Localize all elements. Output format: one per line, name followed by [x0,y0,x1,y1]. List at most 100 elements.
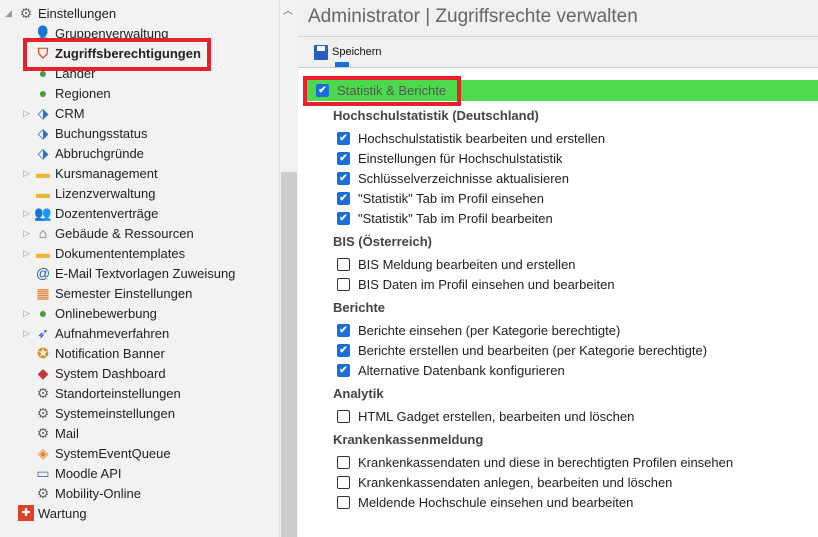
tree-item-label: CRM [55,105,85,121]
permission-label: Berichte einsehen (per Kategorie berecht… [358,323,621,338]
permission-item[interactable]: HTML Gadget erstellen, bearbeiten und lö… [337,409,634,424]
permission-checkbox[interactable] [337,410,350,423]
globe-icon: ● [38,305,48,321]
permission-checkbox[interactable] [337,278,350,291]
permission-checkbox[interactable]: ✔ [337,172,350,185]
section-heading: BIS (Österreich) [333,234,432,249]
tree-item[interactable]: ▷ ▬ Dokumententemplates [23,243,186,263]
scroll-up-icon[interactable]: ︿ [283,2,293,17]
tree-item[interactable]: ▷ ● Onlinebewerbung [23,303,157,323]
globe-network-icon: ● [38,85,48,101]
expand-arrow-icon[interactable]: ▷ [23,248,30,259]
permission-checkbox[interactable] [337,456,350,469]
tree-item-label: System Dashboard [55,365,166,381]
gear-icon: ⚙ [19,5,33,21]
scrollbar-thumb[interactable] [281,172,297,537]
section-heading: Hochschulstatistik (Deutschland) [333,108,539,123]
permission-item[interactable]: Meldende Hochschule einsehen und bearbei… [337,495,633,510]
tree-item-label: Aufnahmeverfahren [55,325,170,341]
permission-label: Alternative Datenbank konfigurieren [358,363,565,378]
tag-icon: ⬗ [37,145,49,161]
bird-icon: ➶ [37,325,49,341]
tag-icon: ⬗ [37,125,49,141]
tree-item-label: Dokumententemplates [55,245,186,261]
tree-item-label: Onlinebewerbung [55,305,157,321]
permission-item[interactable]: BIS Meldung bearbeiten und erstellen [337,257,576,272]
expand-arrow-icon[interactable]: ▷ [23,228,30,239]
permission-item[interactable]: ✔ Hochschulstatistik bearbeiten und erste… [337,131,605,146]
tree-item[interactable]: ⚙ Mobility-Online [35,483,141,503]
permission-checkbox[interactable] [337,496,350,509]
tag-icon: ⬗ [37,105,49,121]
tree-item[interactable]: ▷ ⬗ CRM [23,103,85,123]
permission-checkbox[interactable]: ✔ [337,344,350,357]
tree-item-label: Einstellungen [38,5,117,21]
permission-checkbox[interactable]: ✔ [337,192,350,205]
expand-arrow-icon[interactable]: ▷ [23,208,30,219]
main-panel: Administrator | Zugriffsrechte verwalten… [298,0,818,537]
permission-item[interactable]: ✔ "Statistik" Tab im Profil bearbeiten [337,211,553,226]
permission-item[interactable]: ✔ Schlüsselverzeichnisse aktualisieren [337,171,569,186]
tree-item[interactable]: ▷ 👥 Dozentenverträge [23,203,159,223]
permission-label: HTML Gadget erstellen, bearbeiten und lö… [358,409,635,424]
tree-item[interactable]: ● Regionen [35,83,111,103]
selection-highlight-box [23,38,211,71]
folder-icon: ▬ [36,245,50,261]
permission-item[interactable]: ✔ Berichte erstellen und bearbeiten (per … [337,343,707,358]
tree-item-label: Dozentenverträge [55,205,159,221]
permission-checkbox[interactable]: ✔ [337,324,350,337]
house-icon: ⌂ [38,225,48,241]
tree-item-label: Standorteinstellungen [55,385,181,401]
permission-checkbox[interactable] [337,258,350,271]
at-icon: @ [35,265,51,281]
expand-arrow-icon[interactable]: ▷ [23,308,30,319]
permission-checkbox[interactable] [337,476,350,489]
tree-item[interactable]: ▭ Moodle API [35,463,121,483]
tree-item[interactable]: ▬ Lizenzverwaltung [35,183,155,203]
permission-label: Krankenkassendaten und diese in berechti… [358,455,734,470]
tree-item[interactable]: ✚ Wartung [18,503,87,523]
tree-item-label: Semester Einstellungen [55,285,193,301]
tree-item[interactable]: ⚙ Mail [35,423,79,443]
permission-item[interactable]: BIS Daten im Profil einsehen und bearbei… [337,277,615,292]
tree-item[interactable]: ⬗ Abbruchgründe [35,143,144,163]
permission-label: BIS Daten im Profil einsehen und bearbei… [358,277,615,292]
partially-visible-row [335,62,515,68]
permission-label: Einstellungen für Hochschulstatistik [358,151,563,166]
expand-arrow-icon[interactable]: ▷ [23,328,30,339]
tree-item[interactable]: ▷ ➶ Aufnahmeverfahren [23,323,170,343]
permission-checkbox[interactable]: ✔ [337,212,350,225]
permission-item[interactable]: ✔ Einstellungen für Hochschulstatistik [337,151,563,166]
permission-checkbox[interactable]: ✔ [337,152,350,165]
permission-item[interactable]: ✔ Alternative Datenbank konfigurieren [337,363,565,378]
tree-item[interactable]: ▷ ⌂ Gebäude & Ressourcen [23,223,194,243]
permission-item[interactable]: Krankenkassendaten und diese in berechti… [337,455,733,470]
tree-item[interactable]: ▷ ▬ Kursmanagement [23,163,158,183]
badge-icon: ✪ [37,345,49,361]
folder-icon: ▬ [36,185,50,201]
tree-item[interactable]: ⬗ Buchungsstatus [35,123,148,143]
tree-item[interactable]: ▦ Semester Einstellungen [35,283,192,303]
save-button[interactable]: Speichern [314,44,382,60]
folder-icon: ▬ [36,165,50,181]
calendar-icon: ▦ [36,285,50,301]
permission-checkbox[interactable]: ✔ [337,364,350,377]
permission-item[interactable]: ✔ "Statistik" Tab im Profil einsehen [337,191,544,206]
permission-checkbox[interactable]: ✔ [337,132,350,145]
tree-item[interactable]: ⚙ Systemeinstellungen [35,403,175,423]
permission-item[interactable]: Krankenkassendaten anlegen, bearbeiten u… [337,475,672,490]
tree-item[interactable]: ⚙ Standorteinstellungen [35,383,181,403]
tree-item[interactable]: ◈ SystemEventQueue [35,443,171,463]
tree-item[interactable]: @ E-Mail Textvorlagen Zuweisung [35,263,236,283]
expanded-arrow-icon[interactable]: ◢ [5,8,12,19]
tree-item-label: Kursmanagement [55,165,158,181]
permission-item[interactable]: ✔ Berichte einsehen (per Kategorie berech… [337,323,620,338]
expand-arrow-icon[interactable]: ▷ [23,108,30,119]
tree-item[interactable]: ✪ Notification Banner [35,343,165,363]
expand-arrow-icon[interactable]: ▷ [23,168,30,179]
gear-icon: ⚙ [36,405,50,421]
tree-item-label: E-Mail Textvorlagen Zuweisung [55,265,236,281]
tree-item[interactable]: ◆ System Dashboard [35,363,166,383]
people-icon: 👥 [34,205,52,221]
tree-item[interactable]: ◢ ⚙ Einstellungen [5,3,117,23]
